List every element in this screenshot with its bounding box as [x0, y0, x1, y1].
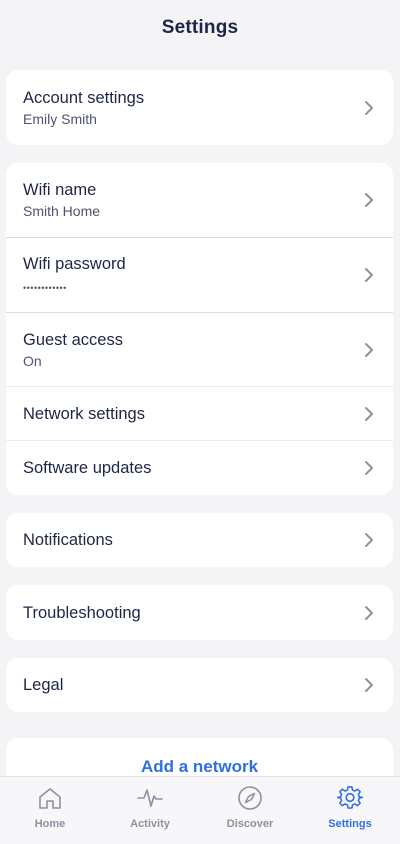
chevron-right-icon [365, 605, 373, 620]
chevron-right-icon [365, 406, 373, 421]
network-settings-label: Network settings [23, 404, 145, 423]
notifications-card: Notifications [6, 513, 393, 567]
troubleshooting-row[interactable]: Troubleshooting [6, 585, 393, 640]
tab-discover[interactable]: Discover [200, 777, 300, 844]
tab-home[interactable]: Home [0, 777, 100, 844]
tab-settings-label: Settings [328, 818, 372, 830]
chevron-right-icon [365, 461, 373, 475]
wifi-password-row[interactable]: Wifi password •••••••••••• [6, 238, 393, 313]
legal-label: Legal [23, 676, 64, 694]
troubleshooting-card: Troubleshooting [6, 585, 393, 640]
compass-icon [238, 786, 262, 810]
tab-home-label: Home [34, 818, 66, 830]
chevron-right-icon [365, 678, 373, 692]
account-card: Account settings Emily Smith [6, 70, 393, 145]
tab-discover-label: Discover [226, 818, 274, 830]
wifi-name-value: Smith Home [23, 203, 101, 219]
software-updates-row[interactable]: Software updates [6, 441, 393, 495]
account-settings-label: Account settings [23, 88, 145, 107]
chevron-right-icon [365, 533, 373, 547]
home-icon [39, 788, 61, 809]
network-settings-row[interactable]: Network settings [6, 387, 393, 441]
guest-access-value: On [23, 352, 42, 369]
legal-card: Legal [6, 658, 393, 712]
chevron-right-icon [365, 193, 373, 207]
gear-icon [337, 786, 363, 809]
guest-access-label: Guest access [23, 330, 123, 349]
wifi-card: Wifi name Smith Home Wifi password •••••… [6, 163, 393, 495]
wifi-name-label: Wifi name [23, 181, 97, 199]
wifi-name-row[interactable]: Wifi name Smith Home [6, 163, 393, 238]
software-updates-label: Software updates [23, 459, 152, 477]
notifications-label: Notifications [23, 531, 113, 549]
account-settings-row[interactable]: Account settings Emily Smith [6, 70, 393, 145]
top-bar: Settings [0, 0, 400, 56]
tab-activity[interactable]: Activity [100, 777, 200, 844]
tab-settings[interactable]: Settings [300, 777, 400, 844]
wifi-password-value: •••••••••••• [23, 282, 67, 293]
guest-access-row[interactable]: Guest access On [6, 313, 393, 387]
legal-row[interactable]: Legal [6, 658, 393, 712]
page-title: Settings [161, 17, 239, 38]
tab-activity-label: Activity [130, 818, 170, 830]
activity-icon [137, 789, 163, 807]
wifi-password-label: Wifi password [23, 254, 126, 273]
chevron-right-icon [365, 268, 373, 282]
bottom-tab-bar: Home Activity Discover Settings [0, 776, 400, 844]
chevron-right-icon [365, 100, 373, 115]
chevron-right-icon [365, 342, 373, 357]
troubleshooting-label: Troubleshooting [23, 603, 141, 622]
notifications-row[interactable]: Notifications [6, 513, 393, 567]
account-name: Emily Smith [23, 110, 97, 127]
